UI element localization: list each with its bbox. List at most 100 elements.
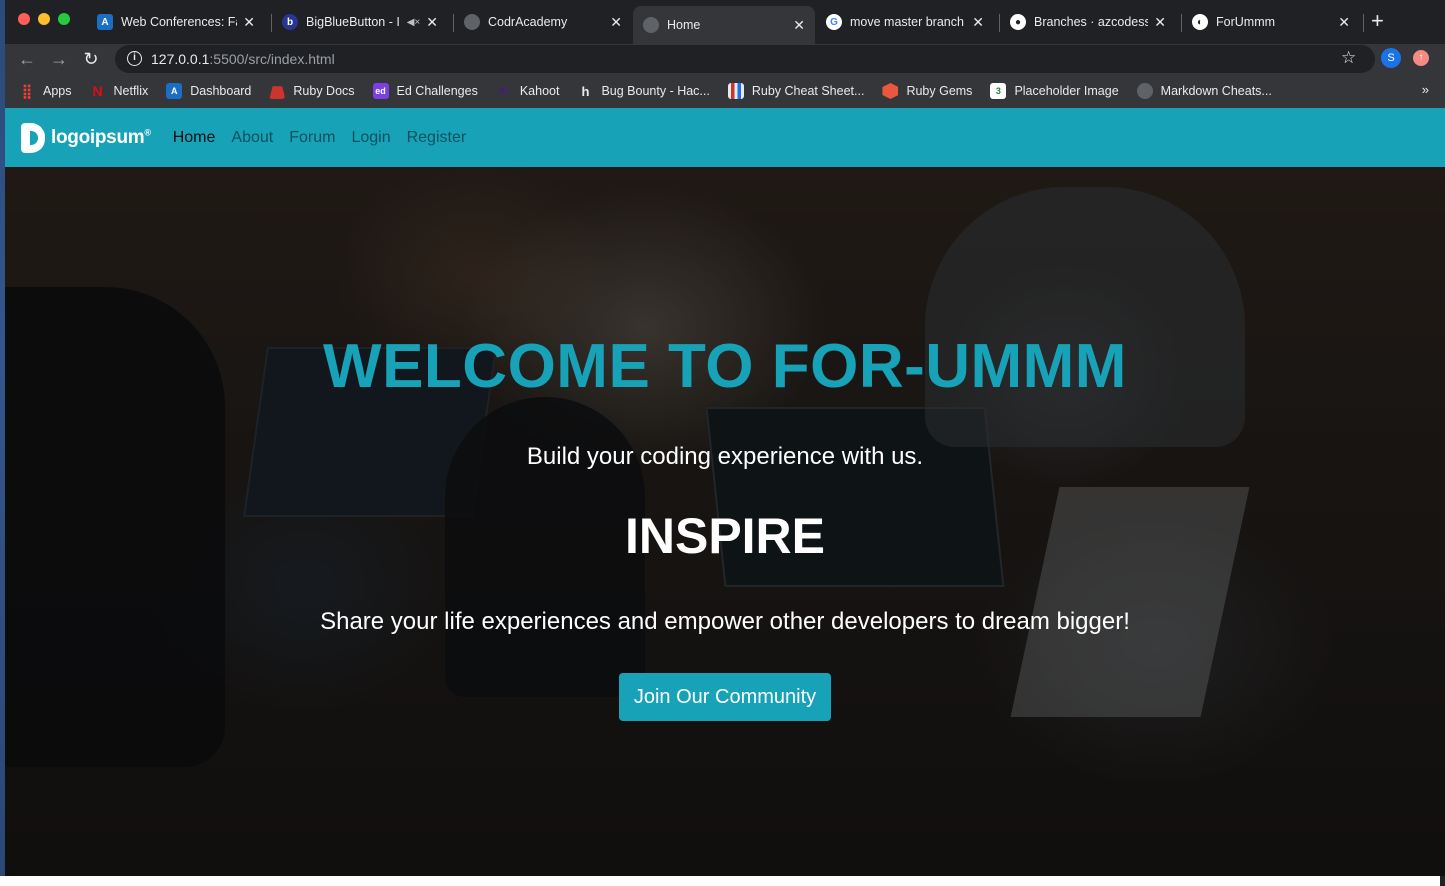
close-icon[interactable]: ✕ [793,17,805,34]
bigbluebutton-icon: b [282,14,298,30]
apps-grid-icon: ⣿ [21,82,33,99]
bookmark-label: Bug Bounty - Hac... [601,84,710,98]
bookmark-markdown-cheatsheet[interactable]: Markdown Cheats... [1136,83,1272,99]
globe-icon [643,17,659,33]
tab-divider [1363,14,1364,32]
ruby-icon [269,86,286,99]
bookmark-kahoot[interactable]: K! Kahoot [496,83,559,99]
browser-toolbar: ← → ↻ i 127.0.0.1:5500/src/index.html ☆ … [5,44,1445,74]
extension-icon[interactable]: ↑ [1413,50,1429,66]
github-icon: ● [1010,14,1026,30]
nav-login[interactable]: Login [351,129,390,147]
browser-window: A Web Conferences: Fa ✕ b BigBlueButton … [5,0,1445,886]
site-logo[interactable]: logoipsum® [21,122,151,153]
close-icon[interactable]: ✕ [972,14,984,31]
bookmark-ruby-gems[interactable]: Ruby Gems [882,83,972,99]
logo-mark-icon [21,122,45,153]
ed-icon: ed [372,83,389,99]
logo-text: logoipsum® [51,126,151,148]
web-page: logoipsum® Home About Forum Login Regist… [5,108,1445,876]
address-bar[interactable]: i 127.0.0.1:5500/src/index.html [115,45,1375,73]
placeholder-icon: 3 [990,83,1007,99]
bookmark-label: Placeholder Image [1014,84,1119,98]
rubygems-icon [882,83,899,99]
globe-icon: ◐ [1192,14,1208,30]
hackerone-icon: h [581,83,590,99]
site-navbar: logoipsum® Home About Forum Login Regist… [5,108,1445,167]
bookmark-label: Ruby Docs [293,84,355,98]
close-icon[interactable]: ✕ [243,14,255,31]
page-bottom-strip [0,876,1440,886]
bookmark-label: Ruby Gems [906,84,973,98]
tab-title: CodrAcademy [488,15,568,29]
nav-forum[interactable]: Forum [289,129,335,147]
tab-codracademy[interactable]: CodrAcademy ✕ [454,6,632,38]
nav-about[interactable]: About [231,129,273,147]
kahoot-icon: K! [499,86,509,96]
nav-home[interactable]: Home [173,129,216,147]
tab-title: Web Conferences: Fa [121,15,238,29]
url-host: 127.0.0.1 [151,51,210,67]
hero-description: Share your life experiences and empower … [320,608,1130,635]
tab-title: Home [667,18,701,32]
bookmark-ruby-cheat-sheet[interactable]: Ruby Cheat Sheet... [727,83,865,99]
bookmark-label: Apps [43,84,72,98]
tab-move-master-branch[interactable]: G move master branch ✕ [816,6,994,38]
site-info-icon[interactable]: i [127,51,142,66]
hero-section: WELCOME TO FOR-UMMM Build your coding ex… [5,167,1445,876]
google-icon: G [826,14,842,30]
bookmark-placeholder-image[interactable]: 3 Placeholder Image [990,83,1119,99]
tab-title: Branches · azcodess [1034,15,1149,29]
new-tab-button[interactable]: + [1371,10,1384,32]
close-icon[interactable]: ✕ [1154,14,1166,31]
tab-bigbluebutton[interactable]: b BigBlueButton - I ◀× ✕ [272,6,448,38]
minimize-window-button[interactable] [38,13,50,25]
canvas-icon: A [166,83,183,99]
forward-arrow-icon[interactable]: → [47,47,71,71]
more-bookmarks-button[interactable]: » [1422,82,1429,97]
bookmark-label: Ruby Cheat Sheet... [751,84,865,98]
tab-forummm[interactable]: ◐ ForUmmm ✕ [1182,6,1360,38]
close-window-button[interactable] [18,13,30,25]
close-icon[interactable]: ✕ [426,14,438,31]
speaker-muted-icon[interactable]: ◀× [407,17,421,28]
tab-home[interactable]: Home ✕ [633,6,815,44]
nav-register[interactable]: Register [407,129,467,147]
hero-title: WELCOME TO FOR-UMMM [323,332,1127,401]
bookmarks-bar: ⣿ Apps N Netflix A Dashboard Ruby Docs e… [5,74,1445,108]
maximize-window-button[interactable] [58,13,70,25]
join-community-button[interactable]: Join Our Community [619,673,831,721]
reload-icon[interactable]: ↻ [79,47,103,71]
url-path: :5500/src/index.html [209,51,335,67]
bookmark-netflix[interactable]: N Netflix [90,83,149,99]
bookmark-dashboard[interactable]: A Dashboard [166,83,251,99]
github-icon [1136,83,1153,99]
tab-web-conferences[interactable]: A Web Conferences: Fa ✕ [87,6,265,38]
tab-title: move master branch [850,15,964,29]
hero-highlight: INSPIRE [624,508,826,564]
bookmark-ruby-docs[interactable]: Ruby Docs [269,83,355,99]
bookmark-ed-challenges[interactable]: ed Ed Challenges [372,83,478,99]
tab-title: BigBlueButton - I [306,15,400,29]
tab-title: ForUmmm [1216,15,1276,29]
bookmark-label: Netflix [113,84,149,98]
profile-avatar[interactable]: S [1381,48,1401,68]
bookmark-label: Ed Challenges [396,84,478,98]
bookmark-star-icon[interactable]: ☆ [1341,48,1356,68]
canvas-icon: A [97,14,113,30]
close-icon[interactable]: ✕ [1338,14,1350,31]
hero-content: WELCOME TO FOR-UMMM Build your coding ex… [5,167,1445,876]
url-text[interactable]: 127.0.0.1:5500/src/index.html [151,51,335,67]
bookmark-apps[interactable]: ⣿ Apps [19,83,72,99]
globe-icon [464,14,480,30]
bookmark-label: Markdown Cheats... [1160,84,1272,98]
bookmark-bug-bounty[interactable]: h Bug Bounty - Hac... [577,83,709,99]
bookmark-label: Dashboard [190,84,252,98]
stripes-icon [727,83,744,99]
tab-branches-github[interactable]: ● Branches · azcodess ✕ [1000,6,1176,38]
netflix-icon: N [92,83,103,99]
back-arrow-icon[interactable]: ← [15,47,39,71]
close-icon[interactable]: ✕ [610,14,622,31]
tab-strip: A Web Conferences: Fa ✕ b BigBlueButton … [5,0,1445,44]
hero-subtitle: Build your coding experience with us. [526,443,924,470]
